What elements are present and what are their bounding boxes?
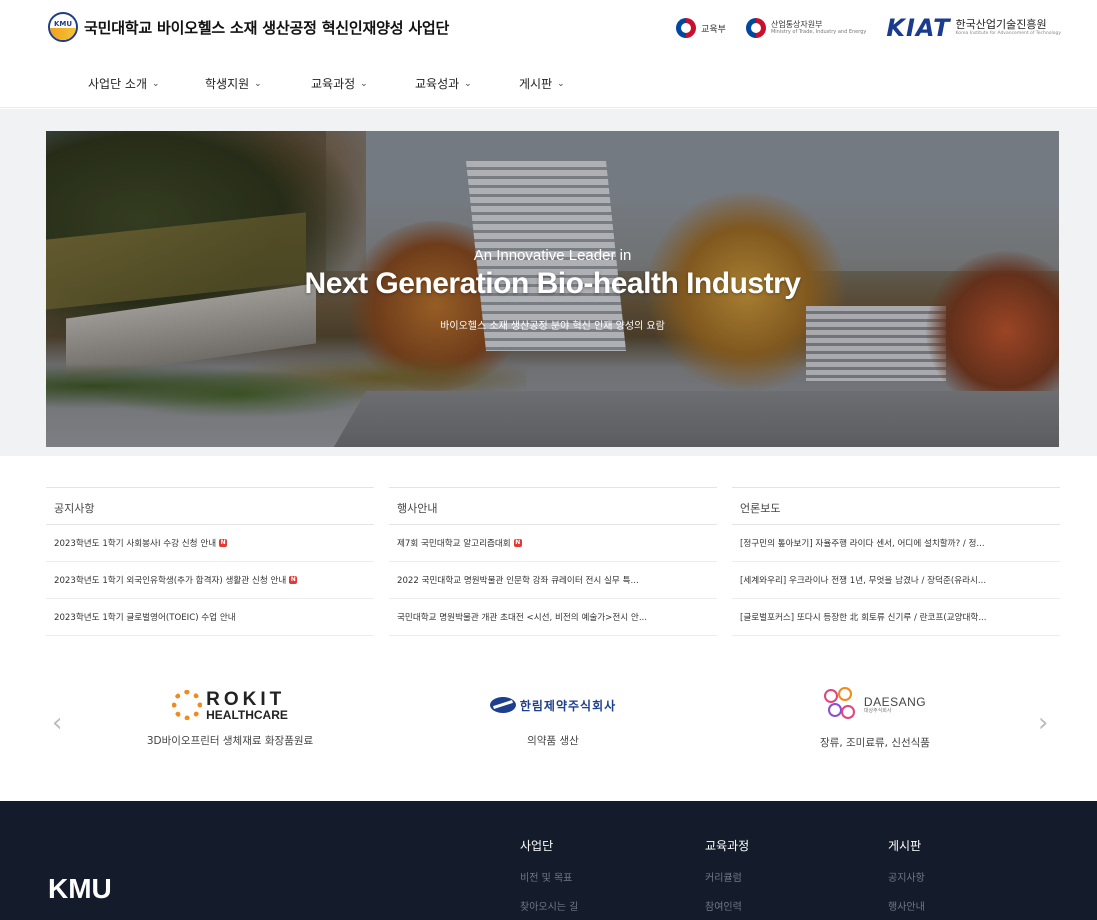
nav-outcomes-label: 교육성과 bbox=[415, 77, 460, 91]
board-title[interactable]: 언론보도 bbox=[732, 487, 1060, 525]
daesang-wordmark-sub: 대상주식회사 bbox=[863, 707, 892, 714]
main-nav: 사업단 소개 ⌄ 학생지원 ⌄ 교육과정 ⌄ 교육성과 ⌄ 게시판 ⌄ bbox=[0, 54, 1097, 108]
hanlim-mark-icon bbox=[489, 697, 516, 713]
site-brand[interactable]: KMU 국민대학교 바이오헬스 소재 생산공정 혁신인재양성 사업단 bbox=[48, 12, 449, 42]
list-item[interactable]: 2023학년도 1학기 외국인유학생(추가 합격자) 생활관 신청 안내 N bbox=[46, 562, 374, 599]
board-title[interactable]: 공지사항 bbox=[46, 487, 374, 525]
site-footer: KMU 사업단 비전 및 목표 찾아오시는 길 교육과정 커리큘럼 참여인력 게… bbox=[0, 801, 1097, 920]
moe-label: 교육부 bbox=[701, 24, 726, 35]
kiat-wordmark: KIAT bbox=[886, 14, 951, 42]
board-title[interactable]: 행사안내 bbox=[389, 487, 717, 525]
board-events: 행사안내 제7회 국민대학교 알고리즘대회 N 2022 국민대학교 명원박물관 … bbox=[389, 487, 717, 636]
partner-caption: 장류, 조미료류, 신선식품 bbox=[820, 737, 930, 749]
new-badge: N bbox=[289, 576, 298, 584]
list-item[interactable]: 2023학년도 1학기 사회봉사Ⅰ 수강 신청 안내 N bbox=[46, 525, 374, 562]
nav-curriculum[interactable]: 교육과정 ⌄ bbox=[311, 75, 368, 92]
daesang-logo: DAESANG 대상주식회사 bbox=[823, 685, 927, 725]
hanlim-logo: 한림제약주식회사 bbox=[489, 685, 617, 725]
footer-heading: 사업단 bbox=[520, 839, 554, 853]
footer-column-board: 게시판 공지사항 행사안내 bbox=[888, 837, 925, 920]
nav-board-label: 게시판 bbox=[519, 77, 553, 91]
footer-link[interactable]: 커리큘럼 bbox=[705, 869, 749, 884]
list-item[interactable]: 2023학년도 1학기 글로벌영어(TOEIC) 수업 안내 bbox=[46, 599, 374, 636]
rokit-wordmark-sub: HEALTHCARE bbox=[206, 707, 288, 722]
footer-link[interactable]: 참여인력 bbox=[705, 898, 749, 913]
motie-logo[interactable]: 산업통상자원부 Ministry of Trade, Industry and … bbox=[745, 18, 867, 38]
chevron-down-icon: ⌄ bbox=[557, 78, 565, 89]
list-item[interactable]: 2022 국민대학교 명원박물관 인문학 강좌 큐레이터 전시 실무 특... bbox=[389, 562, 717, 599]
carousel-next-arrow-icon[interactable]: › bbox=[1038, 708, 1048, 738]
taegeuk-icon bbox=[745, 18, 766, 38]
list-item[interactable]: [세계와우리] 우크라이나 전쟁 1년, 무엇을 남겼나 / 장덕준(유라시..… bbox=[732, 562, 1060, 599]
footer-heading: 교육과정 bbox=[705, 839, 750, 853]
nav-board[interactable]: 게시판 ⌄ bbox=[519, 75, 565, 92]
nav-outcomes[interactable]: 교육성과 ⌄ bbox=[415, 75, 472, 92]
site-title[interactable]: 국민대학교 바이오헬스 소재 생산공정 혁신인재양성 사업단 bbox=[84, 17, 449, 38]
nav-about[interactable]: 사업단 소개 ⌄ bbox=[88, 75, 160, 92]
kiat-logo[interactable]: KIAT 한국산업기술진흥원 Korea Institute for Advan… bbox=[886, 14, 1061, 42]
partner-caption: 의약품 생산 bbox=[527, 735, 579, 747]
list-item[interactable]: [글로벌포커스] 또다시 등장한 北 회토류 신기루 / 란코프(교양대학... bbox=[732, 599, 1060, 636]
chevron-down-icon: ⌄ bbox=[254, 78, 262, 89]
moe-logo[interactable]: 교육부 bbox=[676, 18, 726, 38]
nav-curriculum-label: 교육과정 bbox=[311, 77, 356, 91]
list-item[interactable]: [정구민의 톺아보기] 자율주행 라이다 센서, 어디에 설치할까? / 정..… bbox=[732, 525, 1060, 562]
chevron-down-icon: ⌄ bbox=[152, 78, 160, 89]
rokit-ring-icon bbox=[172, 690, 203, 720]
motie-label: 산업통상자원부 Ministry of Trade, Industry and … bbox=[770, 20, 867, 35]
hero-title: Next Generation Bio-health Industry bbox=[304, 267, 801, 300]
list-item[interactable]: 제7회 국민대학교 알고리즘대회 N bbox=[389, 525, 717, 562]
footer-logo: KMU bbox=[48, 873, 112, 904]
chevron-down-icon: ⌄ bbox=[360, 78, 368, 89]
nav-about-label: 사업단 소개 bbox=[88, 77, 148, 91]
new-badge: N bbox=[219, 539, 228, 547]
hero-banner: An Innovative Leader in Next Generation … bbox=[46, 131, 1059, 447]
kiat-label: 한국산업기술진흥원 Korea Institute for Advancemen… bbox=[955, 18, 1061, 36]
partner-caption: 3D바이오프린터 생체재료 화장품원료 bbox=[146, 735, 314, 747]
rokit-wordmark: ROKIT bbox=[206, 688, 286, 710]
list-item[interactable]: 국민대학교 명원박물관 개관 초대전 <시선, 비전의 예술가>전시 안... bbox=[389, 599, 717, 636]
daesang-mark-icon bbox=[823, 687, 858, 723]
top-header: KMU 국민대학교 바이오헬스 소재 생산공정 혁신인재양성 사업단 교육부 산… bbox=[0, 0, 1097, 54]
board-notices: 공지사항 2023학년도 1학기 사회봉사Ⅰ 수강 신청 안내 N 2023학년도… bbox=[46, 487, 374, 636]
footer-heading: 게시판 bbox=[888, 839, 922, 853]
footer-link[interactable]: 공지사항 bbox=[888, 869, 925, 884]
board-press: 언론보도 [정구민의 톺아보기] 자율주행 라이다 센서, 어디에 설치할까? … bbox=[732, 487, 1060, 636]
hanlim-wordmark: 한림제약주식회사 bbox=[519, 698, 617, 713]
taegeuk-icon bbox=[676, 18, 697, 38]
daesang-wordmark: DAESANG bbox=[863, 695, 927, 710]
hero-kicker: An Innovative Leader in bbox=[473, 247, 632, 264]
hero-section: An Innovative Leader in Next Generation … bbox=[0, 109, 1097, 456]
footer-column-program: 사업단 비전 및 목표 찾아오시는 길 bbox=[520, 837, 578, 920]
rokit-logo: ROKIT HEALTHCARE bbox=[172, 685, 288, 725]
partner-daesang[interactable]: DAESANG 대상주식회사 장류, 조미료류, 신선식품 bbox=[745, 685, 1005, 750]
kmu-emblem-logo: KMU bbox=[48, 12, 78, 42]
partner-hanlim[interactable]: 한림제약주식회사 의약품 생산 bbox=[423, 685, 683, 748]
partner-rokit[interactable]: ROKIT HEALTHCARE 3D바이오프린터 생체재료 화장품원료 bbox=[100, 685, 360, 748]
nav-student-support[interactable]: 학생지원 ⌄ bbox=[205, 75, 262, 92]
new-badge: N bbox=[513, 539, 522, 547]
footer-link[interactable]: 찾아오시는 길 bbox=[520, 898, 578, 913]
hero-subtitle: 바이오헬스 소재 생산공정 분야 혁신 인재 양성의 요람 bbox=[440, 321, 665, 332]
nav-student-support-label: 학생지원 bbox=[205, 77, 250, 91]
footer-column-curriculum: 교육과정 커리큘럼 참여인력 bbox=[705, 837, 749, 920]
carousel-prev-arrow-icon[interactable]: ‹ bbox=[52, 708, 62, 738]
chevron-down-icon: ⌄ bbox=[464, 78, 472, 89]
footer-link[interactable]: 행사안내 bbox=[888, 898, 925, 913]
partner-logos: 교육부 산업통상자원부 Ministry of Trade, Industry … bbox=[676, 14, 1061, 42]
footer-link[interactable]: 비전 및 목표 bbox=[520, 869, 578, 884]
